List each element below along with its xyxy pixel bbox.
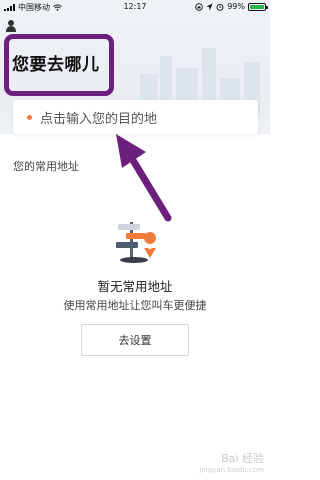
battery-icon bbox=[248, 2, 268, 11]
annotation-arrow bbox=[116, 134, 172, 222]
destination-search-input[interactable]: 点击输入您的目的地 bbox=[13, 100, 258, 134]
location-icon bbox=[206, 3, 213, 10]
battery-percent: 99% bbox=[227, 2, 245, 11]
setup-button[interactable]: 去设置 bbox=[81, 324, 189, 356]
watermark-sub: jingyan.baidu.com bbox=[199, 465, 264, 474]
watermark-logo: Bai 经验 jingyan.baidu.com bbox=[199, 452, 264, 474]
empty-state-title: 暂无常用地址 bbox=[97, 279, 173, 294]
page-title: 您要去哪儿 bbox=[12, 55, 100, 75]
empty-state-subtitle: 使用常用地址让您叫车更便捷 bbox=[63, 299, 207, 312]
user-icon[interactable] bbox=[6, 20, 16, 32]
alarm-icon bbox=[216, 3, 224, 11]
status-right: 99% bbox=[195, 2, 268, 11]
frequent-address-label: 您的常用地址 bbox=[13, 160, 79, 173]
status-bar: 中国移动 12:17 99% bbox=[0, 0, 270, 14]
lock-rotation-icon bbox=[195, 2, 203, 11]
watermark-text: Bai 经验 bbox=[221, 452, 264, 466]
signpost-illustration-icon bbox=[116, 222, 157, 263]
destination-placeholder: 点击输入您的目的地 bbox=[40, 111, 158, 127]
destination-dot-icon bbox=[27, 114, 32, 120]
